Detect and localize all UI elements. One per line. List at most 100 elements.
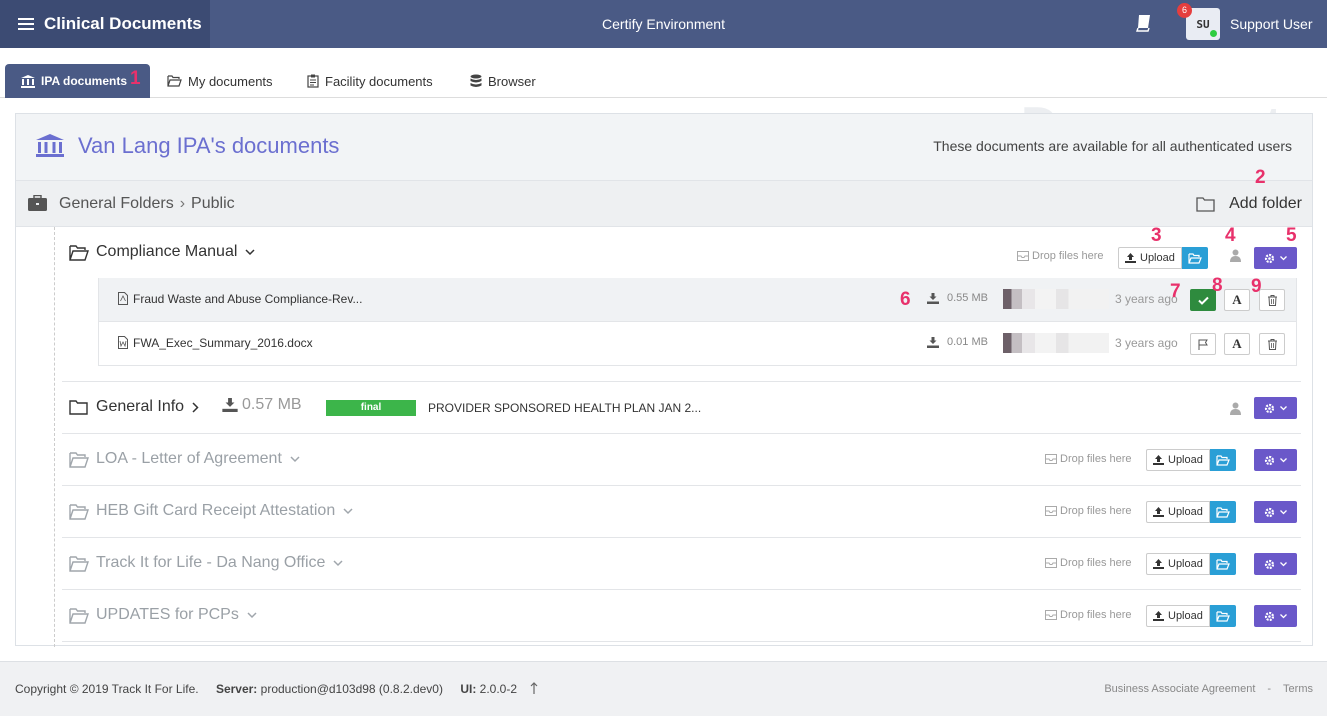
hamburger-icon[interactable]	[18, 15, 34, 33]
folder-name[interactable]: HEB Gift Card Receipt Attestation	[96, 502, 353, 520]
folder-settings-button[interactable]	[1254, 449, 1297, 471]
delete-button[interactable]	[1259, 333, 1285, 355]
user-icon[interactable]	[1230, 249, 1241, 262]
arrow-up-icon[interactable]	[530, 682, 538, 694]
font-icon: A	[1232, 336, 1242, 351]
file-row[interactable]: Fraud Waste and Abuse Compliance-Rev... …	[98, 278, 1297, 322]
download-icon[interactable]	[927, 336, 939, 348]
breadcrumb-root[interactable]: General Folders	[59, 195, 174, 212]
chevron-down-icon[interactable]	[247, 611, 257, 619]
folder-row: Track It for Life - Da Nang Office Drop …	[62, 538, 1301, 590]
username[interactable]: Support User	[1230, 0, 1312, 48]
inbox-icon	[1045, 558, 1057, 568]
chevron-down-icon[interactable]	[343, 507, 353, 515]
inbox-icon	[1045, 506, 1057, 516]
file-name[interactable]: Fraud Waste and Abuse Compliance-Rev...	[133, 292, 362, 306]
bank-icon	[36, 134, 64, 157]
drop-zone[interactable]: Drop files here	[1045, 453, 1132, 465]
drop-zone[interactable]: Drop files here	[1045, 505, 1132, 517]
gear-icon	[1264, 253, 1275, 263]
open-folder-button[interactable]	[1181, 247, 1208, 269]
notification-badge[interactable]: 6	[1177, 3, 1192, 18]
folder-size: 0.57 MB	[222, 396, 302, 414]
download-icon[interactable]	[927, 292, 939, 304]
folder-settings-button[interactable]	[1254, 605, 1297, 627]
folder-settings-button[interactable]	[1254, 247, 1297, 269]
folder-name[interactable]: Compliance Manual	[96, 243, 255, 261]
folder-name[interactable]: UPDATES for PCPs	[96, 606, 257, 624]
upload-icon	[1153, 455, 1164, 465]
folder-open-icon	[69, 504, 89, 520]
panel-header: Van Lang IPA's documents These documents…	[16, 114, 1312, 181]
breadcrumb-row: General Folders › Public Add folder	[16, 181, 1312, 227]
panel-note: These documents are available for all au…	[933, 138, 1292, 154]
open-folder-button[interactable]	[1209, 501, 1236, 523]
rename-button[interactable]: A	[1224, 333, 1250, 355]
flag-button[interactable]	[1190, 333, 1216, 355]
upload-button[interactable]: Upload	[1146, 449, 1210, 471]
rename-button[interactable]: A	[1224, 289, 1250, 311]
folder-outline-icon	[69, 400, 88, 415]
folder-name[interactable]: LOA - Letter of Agreement	[96, 450, 300, 468]
upload-button[interactable]: Upload	[1146, 501, 1210, 523]
folder-settings-button[interactable]	[1254, 397, 1297, 419]
upload-icon	[1153, 507, 1164, 517]
drop-zone[interactable]: Drop files here	[1045, 557, 1132, 569]
folder-settings-button[interactable]	[1254, 501, 1297, 523]
word-file-icon	[118, 336, 128, 349]
folder-name[interactable]: General Info	[96, 398, 199, 416]
folder-open-icon	[69, 608, 89, 624]
callout-5: 5	[1286, 225, 1297, 246]
upload-button[interactable]: Upload	[1146, 605, 1210, 627]
file-row[interactable]: FWA_Exec_Summary_2016.docx 0.01 MB 3 yea…	[98, 322, 1297, 366]
gear-icon	[1264, 507, 1275, 517]
open-folder-button[interactable]	[1209, 449, 1236, 471]
redacted-uploader	[1003, 333, 1109, 353]
bank-icon	[21, 74, 35, 88]
chevron-down-icon[interactable]	[245, 248, 255, 256]
tab-my-documents[interactable]: My documents	[167, 64, 273, 98]
tab-browser[interactable]: Browser	[470, 64, 536, 98]
chevron-down-icon[interactable]	[290, 455, 300, 463]
chevron-right-icon[interactable]	[192, 401, 199, 413]
folder-open-icon	[1216, 454, 1230, 466]
open-folder-button[interactable]	[1209, 605, 1236, 627]
delete-button[interactable]	[1259, 289, 1285, 311]
server-label: Server:	[215, 682, 258, 696]
baa-link[interactable]: Business Associate Agreement	[1104, 683, 1255, 695]
tab-ipa-documents[interactable]: IPA documents	[5, 64, 150, 98]
download-icon[interactable]	[222, 398, 238, 412]
copyright: Copyright © 2019 Track It For Life.	[15, 682, 199, 696]
chevron-down-icon	[1280, 613, 1287, 618]
folder-open-icon	[69, 452, 89, 468]
pdf-file-icon	[118, 292, 128, 305]
folder-name[interactable]: Track It for Life - Da Nang Office	[96, 554, 343, 572]
upload-button[interactable]: Upload	[1146, 553, 1210, 575]
add-folder-button[interactable]: Add folder	[1196, 195, 1302, 213]
upload-group: Upload	[1146, 501, 1236, 523]
chevron-down-icon	[1280, 457, 1287, 462]
tab-facility-documents[interactable]: Facility documents	[307, 64, 433, 98]
upload-icon	[1125, 253, 1136, 263]
folder-settings-button[interactable]	[1254, 553, 1297, 575]
folder-row: General Info 0.57 MB final PROVIDER SPON…	[62, 382, 1301, 434]
drop-zone[interactable]: Drop files here	[1017, 250, 1104, 262]
app-brand[interactable]: Clinical Documents	[0, 0, 210, 48]
user-icon[interactable]	[1230, 402, 1241, 415]
callout-2: 2	[1255, 167, 1266, 188]
book-icon[interactable]	[1136, 14, 1152, 32]
terms-link[interactable]: Terms	[1283, 683, 1313, 695]
trash-icon	[1267, 338, 1277, 350]
chevron-down-icon	[1280, 255, 1287, 260]
chevron-down-icon[interactable]	[333, 559, 343, 567]
drop-zone[interactable]: Drop files here	[1045, 609, 1132, 621]
upload-button[interactable]: Upload	[1118, 247, 1182, 269]
trash-icon	[1267, 294, 1277, 306]
open-folder-button[interactable]	[1209, 553, 1236, 575]
documents-panel: Van Lang IPA's documents These documents…	[15, 113, 1313, 647]
file-name[interactable]: FWA_Exec_Summary_2016.docx	[133, 336, 313, 350]
gear-icon	[1264, 403, 1275, 413]
file-size: 0.55 MB	[927, 292, 988, 304]
upload-group: Upload	[1118, 247, 1208, 269]
gear-icon	[1264, 455, 1275, 465]
